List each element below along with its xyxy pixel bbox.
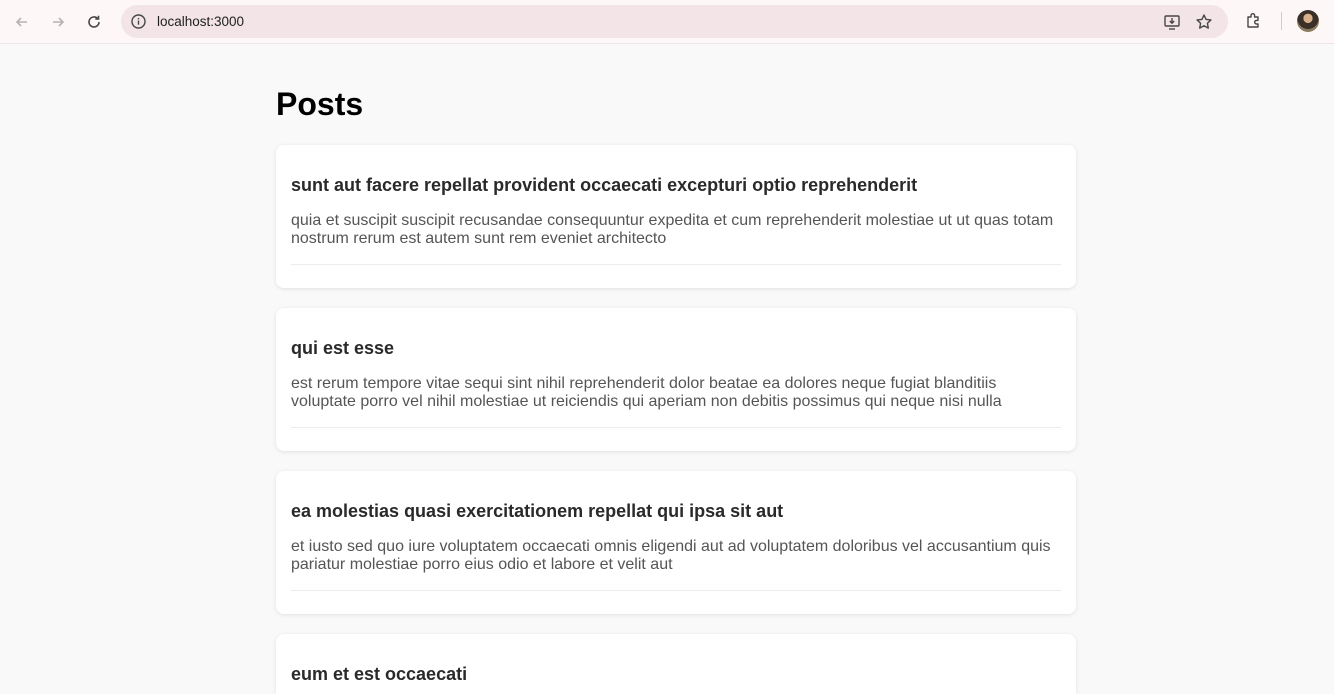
post-title: qui est esse bbox=[291, 338, 395, 358]
site-info-icon[interactable] bbox=[130, 13, 147, 30]
back-button[interactable] bbox=[8, 8, 36, 36]
page-title: Posts bbox=[276, 86, 364, 122]
profile-avatar[interactable] bbox=[1297, 10, 1319, 32]
post-card: ea molestias quasi exercitationem repell… bbox=[276, 471, 1076, 614]
bookmark-star-icon[interactable] bbox=[1195, 13, 1213, 31]
reload-icon bbox=[88, 15, 100, 28]
post-divider bbox=[291, 590, 1061, 591]
post-card: eum et est occaecati bbox=[276, 634, 1076, 694]
arrow-right-icon bbox=[53, 17, 65, 27]
post-divider bbox=[291, 427, 1061, 428]
forward-button[interactable] bbox=[44, 8, 72, 36]
arrow-left-icon bbox=[15, 17, 27, 27]
reload-button[interactable] bbox=[80, 8, 108, 36]
post-title: ea molestias quasi exercitationem repell… bbox=[291, 501, 784, 521]
url-text[interactable]: localhost:3000 bbox=[157, 14, 244, 29]
post-body: quia et suscipit suscipit recusandae con… bbox=[291, 212, 1054, 247]
address-bar[interactable]: localhost:3000 bbox=[121, 5, 1228, 38]
post-title: sunt aut facere repellat provident occae… bbox=[291, 175, 918, 195]
post-title: eum et est occaecati bbox=[291, 664, 468, 684]
browser-toolbar: localhost:3000 bbox=[0, 0, 1334, 44]
post-card: qui est esse est rerum tempore vitae seq… bbox=[276, 308, 1076, 451]
install-app-icon[interactable] bbox=[1163, 13, 1181, 31]
post-card: sunt aut facere repellat provident occae… bbox=[276, 145, 1076, 288]
post-divider bbox=[291, 264, 1061, 265]
post-body: est rerum tempore vitae sequi sint nihil… bbox=[291, 375, 1002, 410]
extensions-icon[interactable] bbox=[1244, 11, 1264, 31]
post-body: et iusto sed quo iure voluptatem occaeca… bbox=[291, 538, 1051, 573]
toolbar-divider bbox=[1281, 12, 1282, 30]
